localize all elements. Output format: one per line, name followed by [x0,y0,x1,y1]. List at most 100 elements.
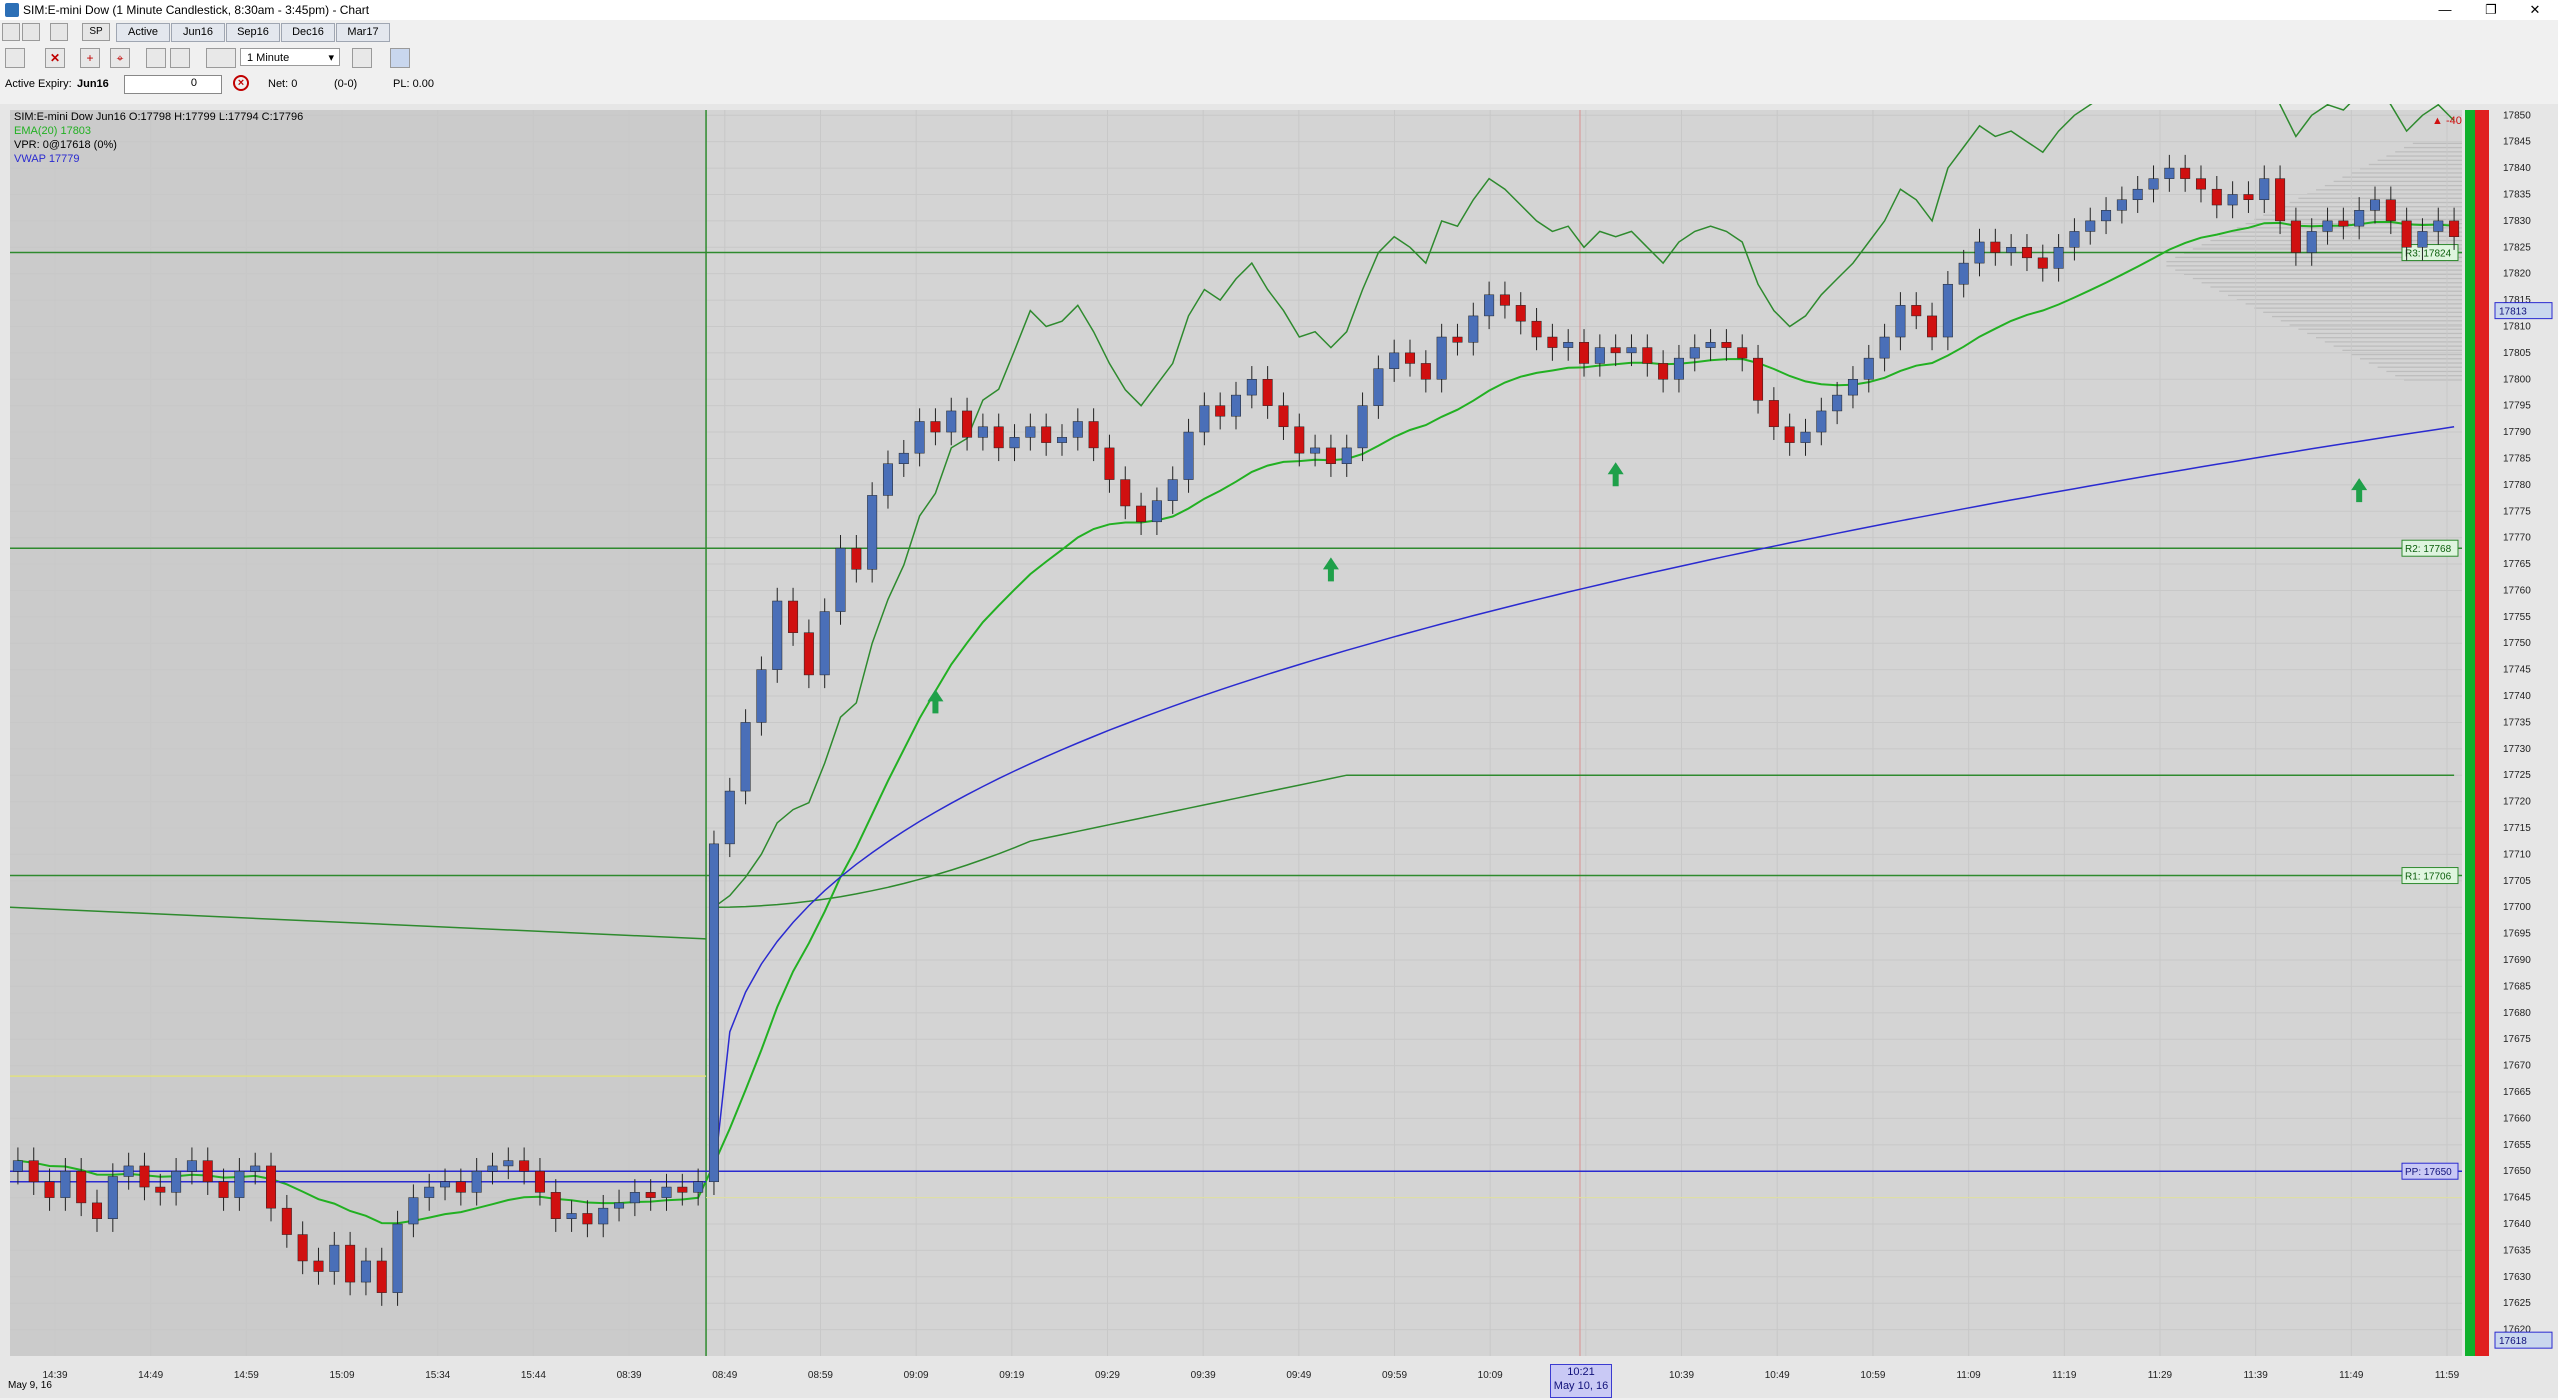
candle-body [202,1160,213,1183]
x-tick-label: 11:19 [2052,1370,2077,1381]
chart-template-icon[interactable] [2,23,20,41]
candle-body [803,632,814,676]
y-tick-label: 17770 [2503,533,2531,544]
volume-profile-bar [2395,151,2462,153]
ask-strip [2475,110,2489,1356]
zoom-out-icon[interactable] [170,48,190,68]
candle-body [2132,188,2143,201]
x-tick-label: 11:09 [1956,1370,1981,1381]
indicator-icon[interactable] [390,48,410,68]
close-button[interactable]: ✕ [2512,0,2558,20]
candle-body [1183,431,1194,480]
x-tick-label: 11:39 [2243,1370,2268,1381]
candle-body [1705,342,1716,348]
candle-body [882,463,893,496]
candle-body [1847,379,1858,396]
candle-body [1199,405,1210,433]
print-icon[interactable] [22,23,40,41]
candle-body [2275,178,2286,222]
quantity-stepper[interactable]: 0 [124,75,222,94]
candle-body [1658,363,1669,380]
candle-body [60,1170,71,1198]
candle-body [788,600,799,633]
x-tick-label: 10:39 [1669,1370,1694,1381]
candle-body [519,1160,530,1172]
cancel-orders-icon[interactable]: × [233,75,249,91]
candlestick-chart[interactable]: 1785017845178401783517830178251782017815… [0,104,2558,1398]
tab-dec16[interactable]: Dec16 [281,23,335,42]
candle-body [1594,347,1605,364]
symbol-selector[interactable]: SP [82,23,110,41]
volume-profile-bar [2245,303,2462,305]
candle-body [2227,194,2238,206]
candle-body [1990,241,2001,253]
candle-body [1231,394,1241,417]
volume-profile-bar [2175,269,2462,271]
candle-body [1832,394,1843,412]
y-tick-label: 17840 [2503,163,2531,174]
link-icon[interactable] [50,23,68,41]
pivot-level-label: R1: 17706 [2405,872,2452,883]
candle-body [946,410,957,433]
candle-body [2369,199,2380,211]
y-tick-label: 17645 [2503,1193,2531,1204]
volume-profile-bar [2272,315,2462,318]
candle-body [92,1202,103,1219]
y-tick-label: 17775 [2503,506,2531,517]
candle-body [1120,479,1131,507]
candle-body [1262,379,1273,406]
minimize-button[interactable]: — [2422,0,2468,20]
y-tick-label: 17785 [2503,453,2531,464]
y-tick-label: 17760 [2503,585,2531,596]
volume-profile-bar [2377,366,2462,368]
candle-body [1784,426,1795,443]
x-tick-label: 09:49 [1286,1370,1311,1381]
zoom-in-icon[interactable] [146,48,166,68]
candle-body [2449,220,2460,237]
y-tick-label: 17825 [2503,242,2531,253]
maximize-button[interactable]: ❐ [2468,0,2514,20]
timeframe-select[interactable]: 1 Minute ▾ [240,48,340,66]
candle-body [598,1207,609,1225]
candle-body [107,1176,118,1219]
pointer-icon[interactable] [5,48,25,68]
volume-profile-bar [2316,189,2462,191]
expiry-value: Jun16 [77,78,109,90]
candle-body [2037,257,2048,269]
volume-profile-bar [2368,163,2462,166]
tab-jun16[interactable]: Jun16 [171,23,225,42]
y-tick-label: 17665 [2503,1087,2531,1098]
candle-body [297,1234,308,1262]
candle-body [645,1192,656,1198]
tab-sep16[interactable]: Sep16 [226,23,280,42]
chart-style-icon[interactable] [206,48,236,68]
x-tick-label: 10:09 [1478,1370,1503,1381]
y-tick-label: 17795 [2503,401,2531,412]
x-tick-label: 15:09 [330,1370,355,1381]
y-tick-label: 17730 [2503,744,2531,755]
candle-body [2195,178,2206,190]
candle-body [835,547,846,612]
crosshair-time-label: 10:21 May 10, 16 [1550,1364,1612,1398]
y-tick-label: 17835 [2503,189,2531,200]
crosshair-icon[interactable]: + [80,48,100,68]
candle-body [171,1170,182,1193]
tab-mar17[interactable]: Mar17 [336,23,390,42]
delete-icon[interactable]: ✕ [45,48,65,68]
data-box-icon[interactable] [352,48,372,68]
target-icon[interactable]: ⌖ [110,48,130,68]
candle-body [487,1165,498,1172]
volume-profile-bar [2386,370,2462,373]
candle-body [2259,178,2270,201]
candle-body [2243,194,2254,201]
candle-body [2101,210,2112,222]
candle-body [1499,294,1510,306]
candle-body [677,1186,688,1193]
candle-body [1895,305,1906,338]
tab-active[interactable]: Active [116,23,170,42]
candle-body [360,1260,371,1283]
candle-body [977,426,988,438]
candle-body [1341,447,1352,464]
legend-vwap: VWAP 17779 [14,153,80,165]
x-tick-label: 10:49 [1765,1370,1790,1381]
